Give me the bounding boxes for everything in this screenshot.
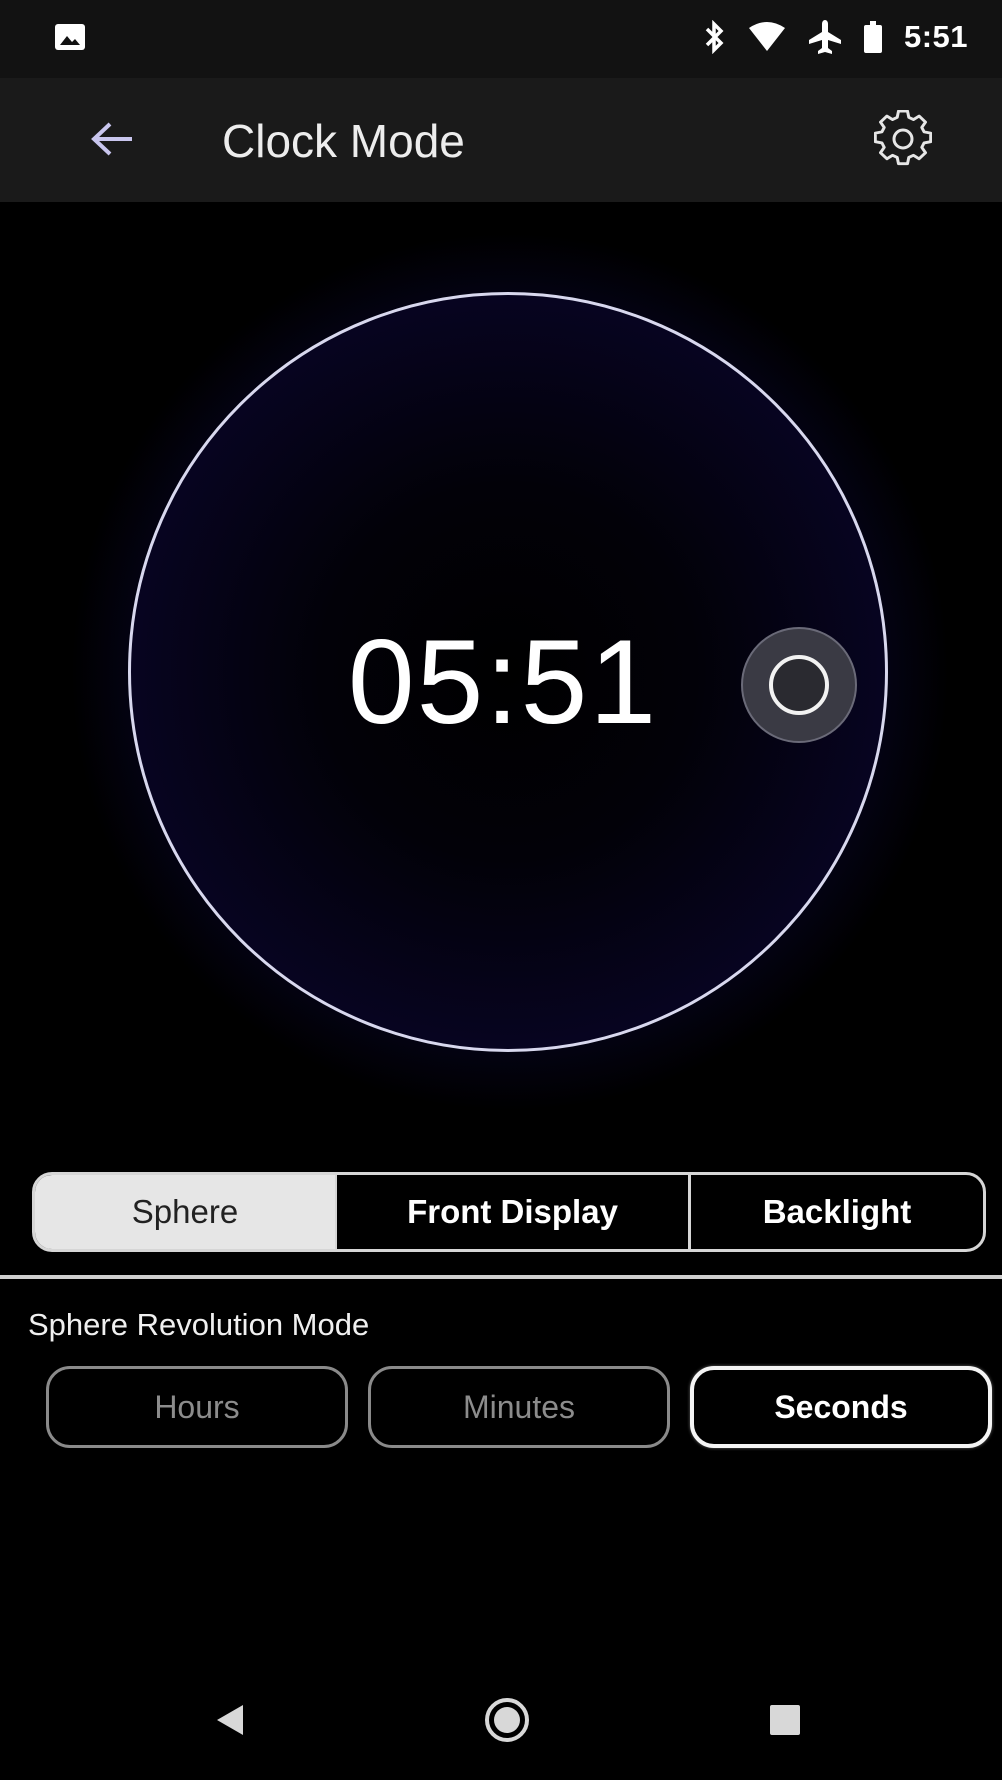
- gear-icon: [873, 109, 933, 173]
- nav-back-button[interactable]: [200, 1692, 260, 1752]
- app-bar: Clock Mode: [0, 78, 1002, 202]
- revolution-mode-label: Sphere Revolution Mode: [28, 1307, 370, 1342]
- sphere-area: 05:51: [0, 202, 1002, 1150]
- gallery-icon: [55, 24, 85, 50]
- status-icons: 5:51: [704, 16, 968, 58]
- arrow-left-icon: [90, 121, 134, 162]
- wifi-icon: [748, 22, 786, 52]
- nav-bar: [0, 1662, 1002, 1780]
- nav-recents-button[interactable]: [755, 1692, 815, 1752]
- display-tabs: Sphere Front Display Backlight: [32, 1172, 986, 1252]
- hours-button[interactable]: Hours: [46, 1366, 348, 1448]
- bluetooth-icon: [704, 20, 726, 54]
- page-title: Clock Mode: [222, 115, 465, 167]
- knob-ring-icon: [769, 655, 829, 715]
- status-time: 5:51: [903, 19, 968, 54]
- airplane-icon: [808, 19, 842, 55]
- status-bar: 5:51: [0, 0, 1002, 78]
- tab-backlight[interactable]: Backlight: [691, 1175, 983, 1249]
- divider: [0, 1275, 1002, 1279]
- nav-back-icon: [215, 1703, 245, 1742]
- minutes-button[interactable]: Minutes: [368, 1366, 670, 1448]
- settings-button[interactable]: [868, 108, 938, 174]
- nav-recents-icon: [770, 1704, 800, 1740]
- nav-home-icon: [483, 1696, 531, 1749]
- nav-home-button[interactable]: [477, 1692, 537, 1752]
- tab-sphere[interactable]: Sphere: [35, 1175, 335, 1249]
- back-button[interactable]: [82, 116, 142, 166]
- tab-front-display[interactable]: Front Display: [335, 1175, 691, 1249]
- battery-icon: [863, 21, 882, 53]
- seconds-button[interactable]: Seconds: [690, 1366, 992, 1448]
- sphere-knob[interactable]: [741, 627, 857, 743]
